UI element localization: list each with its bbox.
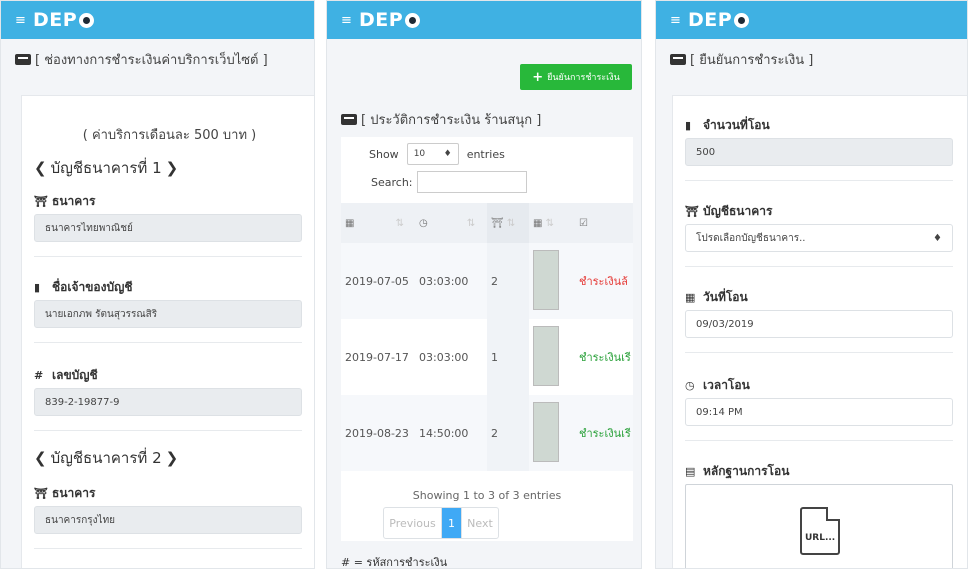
confirm-payment-panel: ≡ DEP [ ยืนยันการชำระเงิน ] ▮ จำนวนที่โอน… [655,0,968,569]
money-icon [670,53,686,65]
next-button[interactable]: Next [462,508,498,538]
payment-history-panel: ≡ DEP + ยืนยันการชำระเงิน [ ประวัติการชำร… [326,0,642,569]
money-icon: ▮ [685,119,692,132]
col-image[interactable]: ▦ ⇅ [529,203,575,243]
owner-label: ▮ ชื่อเจ้าของบัญชี [34,280,133,294]
brand-logo[interactable]: DEP [359,9,421,31]
id-card-icon [15,53,31,65]
page-1-button[interactable]: 1 [442,508,462,538]
cell-status: ชำระเงินเรี [579,351,631,364]
search-control: Search: [371,171,527,193]
cell-time: 03:03:00 [419,350,469,364]
bank-label: ⛩ ธนาคาร [34,194,96,208]
bank1-heading: ❮ บัญชีธนาคารที่ 1 ❯ [34,159,179,177]
table-info: Showing 1 to 3 of 3 entries [412,489,562,502]
section-title: [ ประวัติการชำระเงิน ร้านสนุก ] [327,103,555,135]
hash-icon: # [34,369,44,382]
payment-card: ( ค่าบริการเดือนละ 500 บาท ) ❮ บัญชีธนาคา… [21,95,314,568]
bank-account-label: ⛩ บัญชีธนาคาร [685,204,773,218]
menu-icon[interactable]: ≡ [15,13,33,28]
payment-channels-panel: ≡ DEP [ ช่องทางการชำระเงินค่าบริการเว็บไ… [0,0,315,569]
cell-date: 2019-07-17 [345,350,409,364]
date-label: ▦ วันที่โอน [685,290,748,304]
brand-logo[interactable]: DEP [688,9,750,31]
top-bar: ≡ DEP [656,1,967,39]
date-field[interactable]: 09/03/2019 [685,310,953,338]
cell-bank: 2 [487,243,529,319]
bank2-field[interactable]: ธนาคารกรุงไทย [34,506,302,534]
fee-text: ( ค่าบริการเดือนละ 500 บาท ) [82,128,257,143]
receipt-thumbnail[interactable] [533,401,559,462]
bank-icon: ⛩ [34,487,48,500]
section-title: [ ยืนยันการชำระเงิน ] [656,43,967,75]
account1-field[interactable]: 839-2-19877-9 [34,388,302,416]
length-select[interactable]: 10 ♦ [406,143,459,165]
cell-receipt-image[interactable] [529,319,575,395]
select-arrow-icon: ♦ [933,232,942,244]
confirm-payment-button[interactable]: + ยืนยันการชำระเงิน [520,64,632,90]
calendar-icon: ▦ [685,291,696,304]
footnote: # = รหัสการชำระเงิน [341,556,448,569]
confirm-form-card: ▮ จำนวนที่โอน 500 ⛩ บัญชีธนาคาร โปรดเลือกบ… [672,95,967,568]
brand-logo[interactable]: DEP [33,9,95,31]
bank1-field[interactable]: ธนาคารไทยพาณิชย์ [34,214,302,242]
bank-icon: ⛩ [34,195,48,208]
top-bar: ≡ DEP [1,1,314,39]
bank-icon: ⛩ [685,205,699,218]
account-label: # เลขบัญชี [34,368,98,382]
pagination: Previous 1 Next [383,507,499,539]
money-icon [341,113,357,125]
cell-status: ชำระเงินล้ [579,275,628,288]
col-bank[interactable]: ⛩ ⇅ [487,203,529,243]
table-row[interactable]: 2019-08-23 14:50:00 2 ชำระเงินเรี [341,395,633,471]
section-title: [ ช่องทางการชำระเงินค่าบริการเว็บไซต์ ] [1,43,314,75]
owner1-field[interactable]: นายเอกภพ รัตนสุวรรณสิริ [34,300,302,328]
top-bar: ≡ DEP [327,1,641,39]
id-card-icon: ▮ [34,281,41,294]
plus-icon: + [532,69,544,85]
cell-date: 2019-08-23 [345,426,409,440]
menu-icon[interactable]: ≡ [670,13,688,28]
bank2-heading: ❮ บัญชีธนาคารที่ 2 ❯ [34,449,179,467]
proof-upload-area[interactable]: URL... [685,484,953,568]
time-label: ◷ เวลาโอน [685,378,750,392]
receipt-thumbnail[interactable] [533,249,559,310]
time-field[interactable]: 09:14 PM [685,398,953,426]
col-status[interactable]: ☑ [575,203,633,243]
table-row[interactable]: 2019-07-05 03:03:00 2 ชำระเงินล้ [341,243,633,319]
clock-icon: ◷ [685,379,695,392]
col-time[interactable]: ◷ ⇅ [415,203,487,243]
cell-receipt-image[interactable] [529,243,575,319]
receipt-thumbnail[interactable] [533,325,559,386]
bank-label: ⛩ ธนาคาร [34,486,96,500]
search-input[interactable] [416,171,527,193]
cell-bank: 2 [487,395,529,471]
menu-icon[interactable]: ≡ [341,13,359,28]
table-row[interactable]: 2019-07-17 03:03:00 1 ชำระเงินเรี [341,319,633,395]
prev-button[interactable]: Previous [384,508,442,538]
cell-status: ชำระเงินเรี [579,427,631,440]
bank-account-select[interactable]: โปรดเลือกบัญชีธนาคาร.. ♦ [685,224,953,252]
history-table-card: Show 10 ♦ entries Search: ▦ ⇅ ◷ ⇅ ⛩ ⇅ ▦ ⇅… [341,137,633,541]
image-icon: ▤ [685,465,696,478]
cell-receipt-image[interactable] [529,395,575,471]
file-icon: URL... [800,507,840,555]
col-date[interactable]: ▦ ⇅ [341,203,415,243]
cell-date: 2019-07-05 [345,274,409,288]
cell-time: 03:03:00 [419,274,469,288]
history-table: ▦ ⇅ ◷ ⇅ ⛩ ⇅ ▦ ⇅ ☑ 2019-07-05 03:03:00 2 ชำร… [341,203,633,471]
cell-bank: 1 [487,319,529,395]
proof-label: ▤ หลักฐานการโอน [685,464,790,478]
length-control: Show 10 ♦ entries [369,143,505,165]
cell-time: 14:50:00 [419,426,469,440]
amount-field[interactable]: 500 [685,138,953,166]
amount-label: ▮ จำนวนที่โอน [685,118,770,132]
